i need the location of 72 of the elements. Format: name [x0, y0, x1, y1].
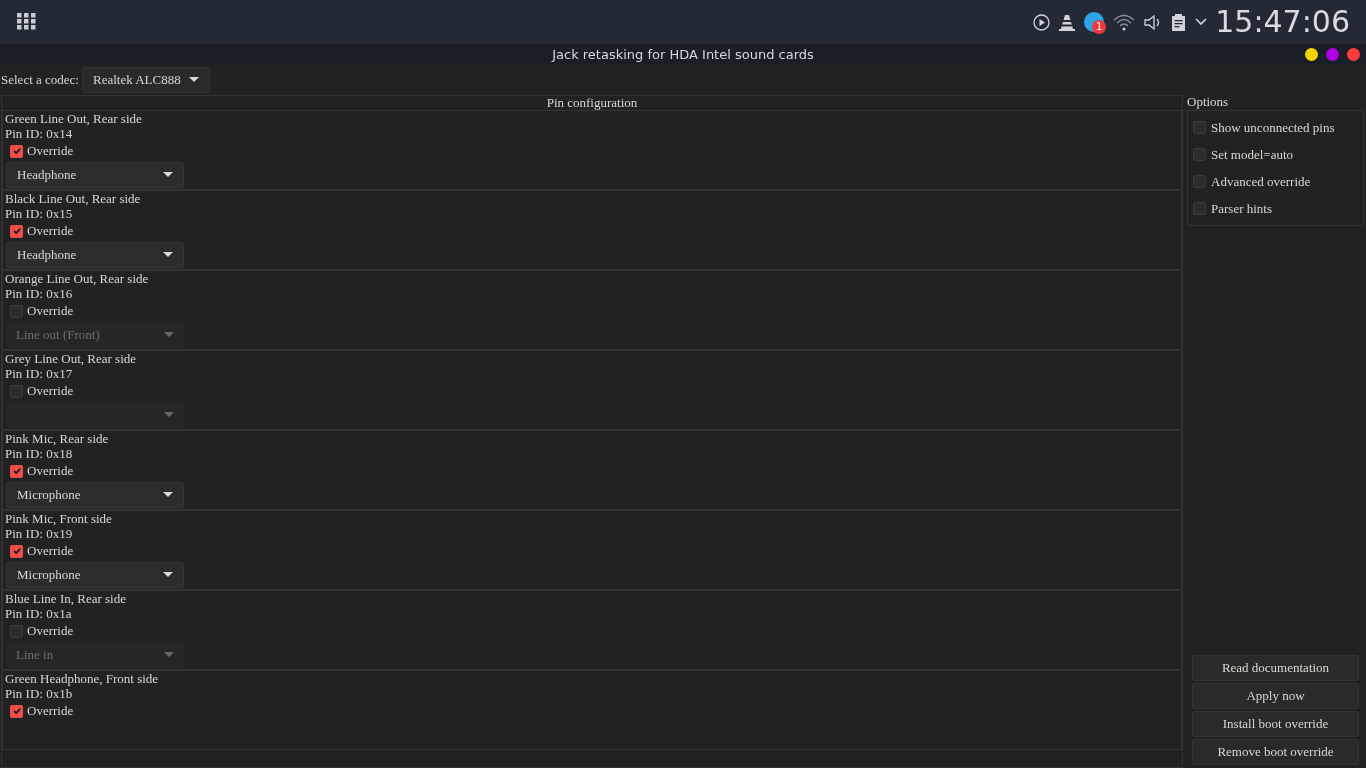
option-checkbox[interactable]: Advanced override: [1188, 168, 1363, 195]
checkbox[interactable]: [1193, 148, 1206, 161]
panel-title: Pin configuration: [545, 96, 639, 110]
pin-name: Pink Mic, Front side: [5, 511, 113, 526]
action-button[interactable]: Read documentation: [1192, 655, 1359, 681]
wifi-icon[interactable]: [1113, 13, 1136, 31]
checkbox[interactable]: [10, 464, 23, 478]
notification-icon[interactable]: 1: [1084, 12, 1105, 32]
play-icon[interactable]: [1033, 13, 1051, 31]
options-title: Options: [1187, 95, 1230, 109]
checkbox[interactable]: [1193, 175, 1206, 188]
checkbox[interactable]: [10, 224, 23, 238]
action-button[interactable]: Apply now: [1192, 683, 1359, 709]
pin-name: Black Line Out, Rear side: [5, 191, 142, 206]
checkbox[interactable]: [1193, 202, 1206, 215]
caret-icon: [163, 572, 173, 578]
pin-id: Pin ID: 0x17: [5, 366, 74, 381]
override-checkbox[interactable]: Override: [5, 701, 1181, 721]
override-checkbox[interactable]: Override: [5, 621, 1181, 641]
cone-icon[interactable]: [1059, 13, 1076, 31]
window-control-button[interactable]: [1347, 48, 1360, 61]
pin-type-dropdown[interactable]: Microphone: [6, 562, 184, 588]
action-button[interactable]: Install boot override: [1192, 711, 1359, 737]
pin-id: Pin ID: 0x15: [5, 206, 74, 221]
pin-type-dropdown[interactable]: Headphone: [6, 242, 184, 268]
pin-id: Pin ID: 0x16: [5, 286, 74, 301]
pin-id: Pin ID: 0x1a: [5, 606, 73, 621]
checkbox[interactable]: [10, 384, 23, 398]
pin-name: Grey Line Out, Rear side: [5, 351, 138, 366]
override-checkbox[interactable]: Override: [5, 301, 1181, 321]
window-control-button[interactable]: [1305, 48, 1318, 61]
caret-icon: [163, 252, 173, 258]
override-checkbox[interactable]: Override: [5, 141, 1181, 161]
option-checkbox[interactable]: Parser hints: [1188, 195, 1363, 222]
pin-name: Green Headphone, Front side: [5, 671, 160, 686]
caret-icon: [164, 332, 174, 338]
codec-label: Select a codec:: [0, 70, 80, 89]
action-button[interactable]: Remove boot override: [1192, 739, 1359, 765]
pin-type-dropdown[interactable]: Headphone: [6, 162, 184, 188]
caret-icon: [163, 492, 173, 498]
checkbox[interactable]: [10, 544, 23, 558]
caret-icon: [164, 652, 174, 658]
pin-id: Pin ID: 0x19: [5, 526, 74, 541]
clipboard-icon[interactable]: [1171, 13, 1187, 31]
chevron-down-icon[interactable]: [1195, 18, 1208, 26]
window-title: Jack retasking for HDA Intel sound cards: [552, 45, 814, 64]
caret-icon: [164, 412, 174, 418]
pin-name: Orange Line Out, Rear side: [5, 271, 150, 286]
override-checkbox[interactable]: Override: [5, 381, 1181, 401]
checkbox[interactable]: [10, 624, 23, 638]
clock: 15:47:06: [1215, 7, 1350, 37]
pin-name: Green Line Out, Rear side: [5, 111, 143, 126]
caret-icon: [188, 76, 199, 83]
option-checkbox[interactable]: Show unconnected pins: [1188, 114, 1363, 141]
app-grid-icon[interactable]: [16, 13, 36, 31]
pin-name: Blue Line In, Rear side: [5, 591, 127, 606]
checkbox[interactable]: [1193, 121, 1206, 134]
checkbox[interactable]: [10, 144, 23, 158]
override-checkbox[interactable]: Override: [5, 221, 1181, 241]
override-checkbox[interactable]: Override: [5, 541, 1181, 561]
checkbox[interactable]: [10, 304, 23, 318]
pin-type-dropdown[interactable]: Microphone: [6, 482, 184, 508]
caret-icon: [163, 172, 173, 178]
pin-id: Pin ID: 0x18: [5, 446, 74, 461]
pin-name: Pink Mic, Rear side: [5, 431, 110, 446]
codec-dropdown[interactable]: Realtek ALC888: [81, 66, 210, 93]
pin-id: Pin ID: 0x14: [5, 126, 74, 141]
pin-id: Pin ID: 0x1b: [5, 686, 74, 701]
option-checkbox[interactable]: Set model=auto: [1188, 141, 1363, 168]
override-checkbox[interactable]: Override: [5, 461, 1181, 481]
notification-badge: 1: [1092, 20, 1107, 34]
checkbox[interactable]: [10, 704, 23, 718]
